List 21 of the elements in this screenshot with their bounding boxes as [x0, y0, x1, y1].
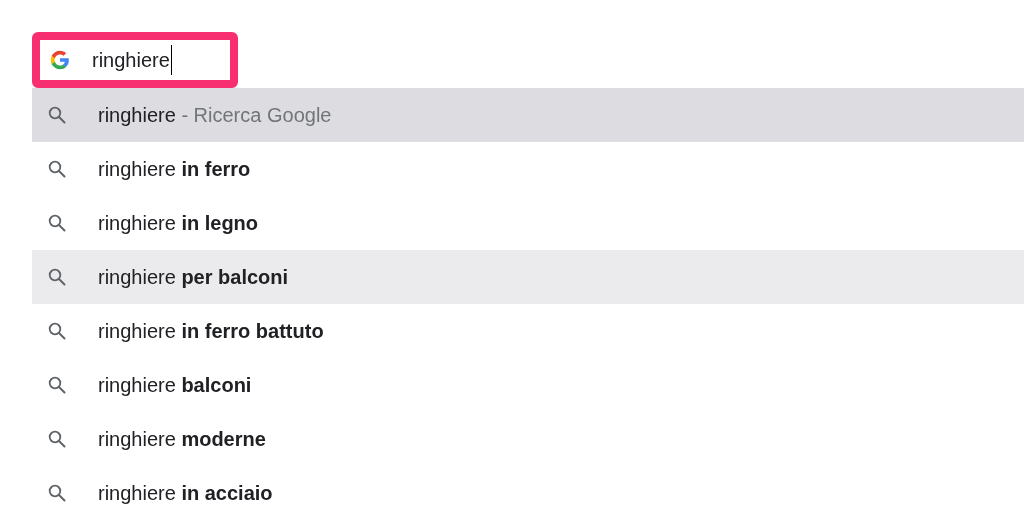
search-icon	[48, 430, 66, 448]
search-icon	[48, 214, 66, 232]
search-icon	[48, 376, 66, 394]
search-icon	[48, 322, 66, 340]
search-text: ringhiere	[92, 45, 172, 75]
suggestion-text: ringhiere balconi	[98, 373, 252, 398]
search-icon	[48, 268, 66, 286]
search-icon	[48, 106, 66, 124]
suggestion-text: ringhiere per balconi	[98, 265, 289, 290]
suggestion-text: ringhiere in ferro battuto	[98, 319, 324, 344]
suggestion-text: ringhiere in legno	[98, 211, 259, 236]
search-icon	[48, 160, 66, 178]
google-icon	[50, 50, 70, 70]
search-icon	[48, 484, 66, 502]
suggestion-item[interactable]: ringhiere per balconi	[32, 250, 1024, 304]
suggestion-text: ringhiere - Ricerca Google	[98, 103, 332, 128]
suggestion-text: ringhiere in acciaio	[98, 481, 273, 506]
suggestion-item[interactable]: ringhiere - Ricerca Google	[32, 88, 1024, 142]
suggestion-text: ringhiere moderne	[98, 427, 266, 452]
search-field[interactable]: ringhiere	[32, 32, 238, 88]
suggestion-text: ringhiere in ferro	[98, 157, 251, 182]
